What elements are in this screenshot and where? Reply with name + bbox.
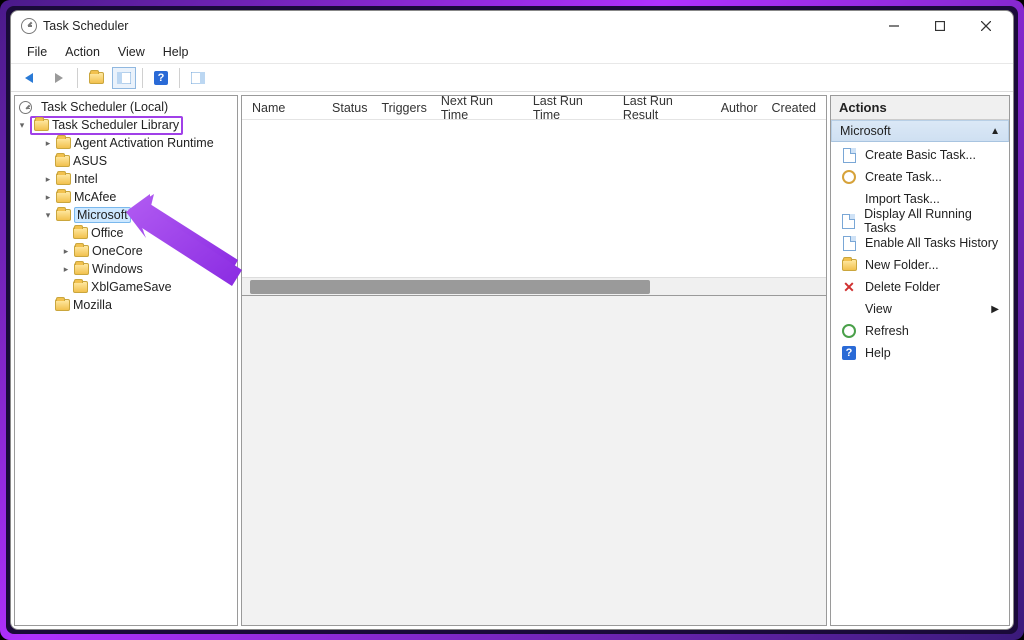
blank-icon: [841, 301, 857, 317]
folder-icon: [56, 209, 71, 221]
task-icon: [841, 169, 857, 185]
toolbar-sep: [77, 68, 78, 88]
tree-item-intel[interactable]: ▸Intel: [15, 170, 237, 188]
close-button[interactable]: [963, 11, 1009, 41]
list-icon: [841, 213, 856, 229]
scrollbar-thumb[interactable]: [250, 280, 650, 294]
folder-icon: [73, 227, 88, 239]
tree-item-agent[interactable]: ▸Agent Activation Runtime: [15, 134, 237, 152]
menu-view[interactable]: View: [110, 43, 153, 61]
chevron-down-icon[interactable]: ▾: [17, 120, 27, 130]
action-create-basic-task[interactable]: Create Basic Task...: [831, 144, 1009, 166]
tree-root-label: Task Scheduler (Local): [41, 100, 168, 114]
help-icon: ?: [841, 345, 857, 361]
toolbar-sep: [179, 68, 180, 88]
action-delete-folder[interactable]: ✕Delete Folder: [831, 276, 1009, 298]
action-refresh[interactable]: Refresh: [831, 320, 1009, 342]
tree-item-windows[interactable]: ▸Windows: [15, 260, 237, 278]
action-enable-history[interactable]: Enable All Tasks History: [831, 232, 1009, 254]
action-display-running[interactable]: Display All Running Tasks: [831, 210, 1009, 232]
task-detail-area: [242, 295, 826, 625]
back-button[interactable]: [19, 67, 43, 89]
column-headers[interactable]: Name Status Triggers Next Run Time Last …: [242, 96, 826, 120]
chevron-right-icon[interactable]: ▸: [43, 192, 53, 202]
clock-icon: [19, 101, 32, 114]
col-triggers[interactable]: Triggers: [381, 101, 426, 115]
menu-action[interactable]: Action: [57, 43, 108, 61]
col-created[interactable]: Created: [772, 101, 816, 115]
menubar: File Action View Help: [11, 41, 1013, 63]
tree-item-mozilla[interactable]: Mozilla: [15, 296, 237, 314]
actions-context-label: Microsoft: [840, 124, 891, 138]
tree-item-asus[interactable]: ASUS: [15, 152, 237, 170]
tree-library-label: Task Scheduler Library: [52, 118, 179, 132]
actions-context[interactable]: Microsoft ▲: [831, 120, 1009, 142]
task-grid-body[interactable]: [242, 120, 826, 277]
folder-icon: [56, 191, 71, 203]
horizontal-scrollbar[interactable]: [242, 277, 826, 295]
col-lastresult[interactable]: Last Run Result: [623, 94, 707, 122]
task-scheduler-window: Task Scheduler File Action View Help ?: [10, 10, 1014, 630]
actions-pane: Actions Microsoft ▲ Create Basic Task...…: [830, 95, 1010, 626]
tree-item-onecore[interactable]: ▸OneCore: [15, 242, 237, 260]
action-new-folder[interactable]: New Folder...: [831, 254, 1009, 276]
chevron-right-icon[interactable]: ▸: [61, 264, 71, 274]
wizard-icon: [841, 147, 857, 163]
menu-help[interactable]: Help: [155, 43, 197, 61]
workspace: Task Scheduler (Local) ▾ Task Scheduler …: [11, 92, 1013, 629]
titlebar[interactable]: Task Scheduler: [11, 11, 1013, 41]
history-icon: [841, 235, 857, 251]
tree-item-mcafee[interactable]: ▸McAfee: [15, 188, 237, 206]
app-clock-icon: [21, 18, 37, 34]
chevron-right-icon[interactable]: ▸: [43, 174, 53, 184]
help-button[interactable]: ?: [149, 67, 173, 89]
chevron-right-icon[interactable]: ▸: [43, 138, 53, 148]
show-hide-actions-button[interactable]: [186, 67, 210, 89]
tree-root[interactable]: Task Scheduler (Local): [15, 98, 237, 116]
action-help[interactable]: ?Help: [831, 342, 1009, 364]
folder-icon: [74, 263, 89, 275]
chevron-right-icon[interactable]: ▸: [61, 246, 71, 256]
action-create-task[interactable]: Create Task...: [831, 166, 1009, 188]
chevron-right-icon: ▶: [991, 304, 999, 315]
task-list-pane: Name Status Triggers Next Run Time Last …: [241, 95, 827, 626]
import-icon: [841, 191, 857, 207]
tree-pane[interactable]: Task Scheduler (Local) ▾ Task Scheduler …: [14, 95, 238, 626]
delete-icon: ✕: [841, 279, 857, 295]
col-nextrun[interactable]: Next Run Time: [441, 94, 519, 122]
folder-icon: [34, 119, 49, 131]
toolbar: ?: [11, 64, 1013, 92]
folder-icon: [56, 173, 71, 185]
minimize-button[interactable]: [871, 11, 917, 41]
window-title: Task Scheduler: [43, 19, 871, 33]
col-name[interactable]: Name: [252, 101, 318, 115]
folder-icon: [74, 245, 89, 257]
show-hide-tree-button[interactable]: [112, 67, 136, 89]
folder-icon: [73, 281, 88, 293]
collapse-icon[interactable]: ▲: [990, 126, 1000, 137]
folder-icon: [56, 137, 71, 149]
refresh-icon: [841, 323, 857, 339]
tree-item-microsoft[interactable]: ▾Microsoft: [15, 206, 237, 224]
folder-icon: [841, 257, 857, 273]
action-view[interactable]: View▶: [831, 298, 1009, 320]
col-status[interactable]: Status: [332, 101, 367, 115]
chevron-down-icon[interactable]: ▾: [43, 210, 53, 220]
tree-item-office[interactable]: Office: [15, 224, 237, 242]
up-button[interactable]: [84, 67, 108, 89]
actions-header: Actions: [831, 96, 1009, 120]
col-lastrun[interactable]: Last Run Time: [533, 94, 609, 122]
tree-item-xbl[interactable]: XblGameSave: [15, 278, 237, 296]
folder-icon: [55, 155, 70, 167]
toolbar-sep: [142, 68, 143, 88]
forward-button[interactable]: [47, 67, 71, 89]
menu-file[interactable]: File: [19, 43, 55, 61]
tree-library[interactable]: ▾ Task Scheduler Library: [15, 116, 237, 134]
folder-icon: [55, 299, 70, 311]
col-author[interactable]: Author: [721, 101, 758, 115]
maximize-button[interactable]: [917, 11, 963, 41]
